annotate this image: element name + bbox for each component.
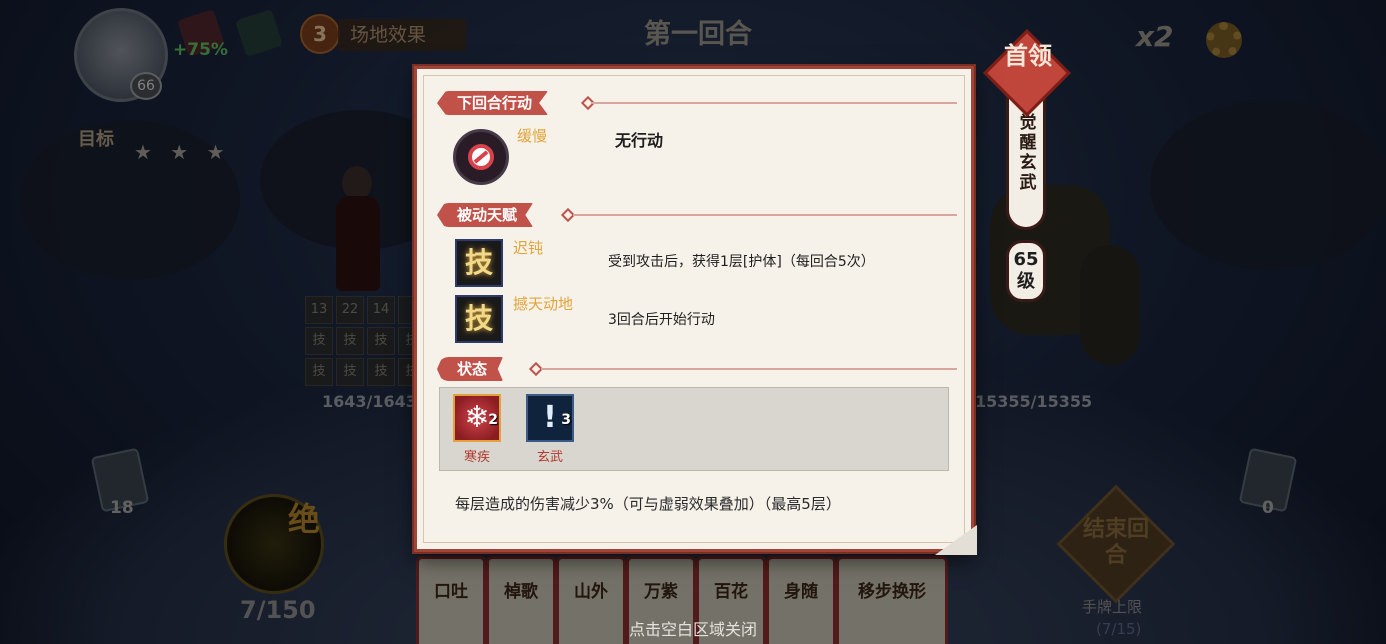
- status-effect-description: 每层造成的伤害减少3%（可与虚弱效果叠加）（最高5层）: [455, 495, 841, 513]
- divider-line: [591, 102, 957, 104]
- exclamation-icon: ! 3: [526, 394, 574, 442]
- enemy-info-panel: 下回合行动 缓慢 无行动 被动天赋 技 迟钝 受到攻击后，获得1层[护体]（每回…: [414, 66, 977, 555]
- status-count: 2: [488, 412, 498, 428]
- next-action-header: 下回合行动: [437, 91, 549, 115]
- status-count: 3: [561, 412, 571, 428]
- divider-line: [541, 368, 957, 370]
- boss-level-value: 65: [1013, 249, 1039, 270]
- skill-desc: 3回合后开始行动: [608, 312, 715, 328]
- status-item-xuanwu[interactable]: ! 3 玄武: [525, 394, 575, 465]
- boss-badge-label: 首领: [1004, 41, 1052, 70]
- status-label: 寒疾: [463, 450, 490, 465]
- prohibited-icon[interactable]: [453, 129, 509, 185]
- snowflake-icon: ❄ 2: [453, 394, 501, 442]
- skill-name: 迟钝: [513, 239, 544, 257]
- status-label: 玄武: [536, 450, 563, 465]
- boss-level-badge: 65 级: [1006, 240, 1046, 302]
- close-hint: 点击空白区域关闭: [628, 620, 757, 639]
- skill-icon[interactable]: 技: [455, 239, 503, 287]
- boss-name: 觉醒玄武: [1019, 113, 1037, 193]
- passive-header: 被动天赋: [437, 203, 534, 227]
- status-list: ❄ 2 寒疾 ! 3 玄武: [439, 387, 949, 471]
- skill-name: 撼天动地: [513, 295, 574, 313]
- status-item-frost[interactable]: ❄ 2 寒疾: [452, 394, 502, 465]
- boss-level-unit: 级: [1017, 271, 1035, 292]
- next-action-desc: 无行动: [615, 131, 664, 150]
- next-action-name: 缓慢: [517, 127, 548, 145]
- skill-desc: 受到攻击后，获得1层[护体]（每回合5次）: [608, 254, 875, 270]
- status-header: 状态: [437, 357, 504, 381]
- skill-icon[interactable]: 技: [455, 295, 503, 343]
- divider-line: [573, 214, 957, 216]
